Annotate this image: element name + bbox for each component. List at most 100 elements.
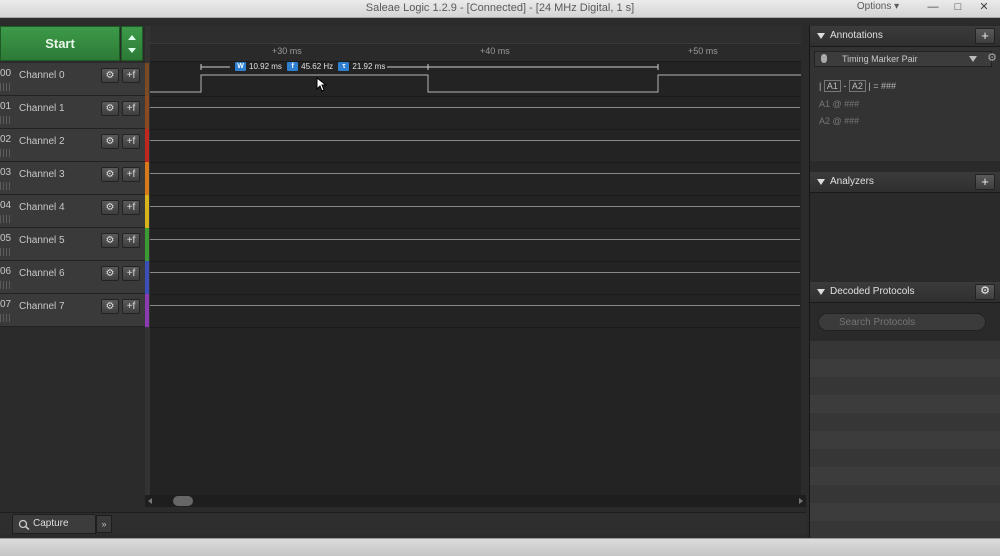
decoded-protocols-title: Decoded Protocols	[830, 286, 915, 297]
lane-divider	[150, 261, 800, 262]
options-menu-button[interactable]: Options ▾	[848, 1, 908, 16]
arrow-down-icon[interactable]	[128, 48, 136, 53]
channel-row-2[interactable]: 02 Channel 2 ⚙ +f	[0, 129, 145, 162]
channel-row-3[interactable]: 03 Channel 3 ⚙ +f	[0, 162, 145, 195]
channel-row-6[interactable]: 06 Channel 6 ⚙ +f	[0, 261, 145, 294]
channel-1-trace	[150, 107, 800, 108]
channel-name: Channel 7	[19, 301, 65, 312]
channel-number: 03	[0, 167, 12, 178]
lane-divider	[150, 129, 800, 130]
channel-number: 00	[0, 68, 12, 79]
decoded-protocols-list[interactable]	[810, 341, 1000, 538]
channel-settings-gear-icon[interactable]: ⚙	[101, 266, 119, 281]
channel-4-trace	[150, 206, 800, 207]
marker-a1-position: A1 @ ###	[819, 99, 860, 109]
channel-trigger-button[interactable]: +f	[122, 200, 140, 215]
restore-button[interactable]: □	[947, 0, 969, 16]
annotations-header[interactable]: Annotations +	[810, 26, 1000, 47]
channel-color-bar	[145, 129, 149, 162]
channel-settings-gear-icon[interactable]: ⚙	[101, 200, 119, 215]
channel-settings-gear-icon[interactable]: ⚙	[101, 101, 119, 116]
lane-divider	[150, 294, 800, 295]
drag-handle-icon[interactable]	[0, 314, 10, 322]
channel-number: 04	[0, 200, 12, 211]
lane-divider	[150, 195, 800, 196]
search-protocols-input[interactable]	[818, 313, 986, 331]
drag-handle-icon[interactable]	[0, 248, 10, 256]
channel-trigger-button[interactable]: +f	[122, 266, 140, 281]
marker-a2-chip[interactable]: A2	[848, 80, 866, 92]
tab-capture-label: Capture	[33, 518, 69, 529]
channel-settings-gear-icon[interactable]: ⚙	[101, 134, 119, 149]
close-button[interactable]: ✕	[973, 0, 995, 16]
channel-color-bar	[145, 228, 149, 261]
frequency-value: 45.62 Hz	[301, 62, 334, 71]
drag-handle-icon[interactable]	[0, 116, 10, 124]
channel-settings-gear-icon[interactable]: ⚙	[101, 233, 119, 248]
tab-capture[interactable]: Capture	[12, 514, 96, 534]
more-tabs-button[interactable]: »	[96, 515, 112, 533]
collapse-triangle-icon[interactable]	[817, 289, 825, 295]
channel-color-bar	[145, 195, 149, 228]
channel-row-1[interactable]: 01 Channel 1 ⚙ +f	[0, 96, 145, 129]
channel-trigger-button[interactable]: +f	[122, 233, 140, 248]
minimize-button[interactable]: —	[922, 0, 944, 16]
channel-settings-gear-icon[interactable]: ⚙	[101, 68, 119, 83]
channel-trigger-button[interactable]: +f	[122, 68, 140, 83]
channel-settings-gear-icon[interactable]: ⚙	[101, 167, 119, 182]
channel-row-4[interactable]: 04 Channel 4 ⚙ +f	[0, 195, 145, 228]
tick-label: +50 ms	[688, 46, 718, 56]
scrollbar-thumb[interactable]	[173, 496, 193, 506]
title-bar: Saleae Logic 1.2.9 - [Connected] - [24 M…	[0, 0, 1000, 18]
drag-handle-icon[interactable]	[0, 149, 10, 157]
add-analyzer-button[interactable]: +	[975, 174, 995, 190]
channel-trigger-button[interactable]: +f	[122, 134, 140, 149]
channel-name: Channel 0	[19, 70, 65, 81]
mouse-cursor-icon	[316, 77, 328, 92]
marker-settings-gear-icon[interactable]: ⚙	[987, 51, 997, 64]
arrow-up-icon[interactable]	[128, 35, 136, 40]
drag-handle-icon[interactable]	[0, 281, 10, 289]
start-options-spinner[interactable]	[121, 26, 143, 61]
channel-trigger-button[interactable]: +f	[122, 101, 140, 116]
start-button[interactable]: Start	[0, 26, 120, 61]
channel-row-0[interactable]: 00 Channel 0 ⚙ +f	[0, 63, 145, 96]
channel-7-trace	[150, 305, 800, 306]
add-annotation-button[interactable]: +	[975, 28, 995, 44]
channel-row-5[interactable]: 05 Channel 5 ⚙ +f	[0, 228, 145, 261]
channel-name: Channel 2	[19, 136, 65, 147]
annotations-body: Timing Marker Pair ⚙ | A1 - A2 | = ### A…	[810, 47, 1000, 161]
channel-color-bar	[145, 294, 149, 327]
status-bar	[0, 538, 1000, 556]
drag-handle-icon[interactable]	[0, 215, 10, 223]
marker-a1-chip[interactable]: A1	[823, 80, 841, 92]
channel-2-trace	[150, 140, 800, 141]
channel-trigger-button[interactable]: +f	[122, 299, 140, 314]
horizontal-scrollbar[interactable]	[145, 495, 806, 507]
lane-divider	[150, 96, 800, 97]
channel-5-trace	[150, 239, 800, 240]
timeline-ruler[interactable]: +30 ms +40 ms +50 ms	[150, 44, 801, 62]
marker-a2-position: A2 @ ###	[819, 116, 860, 126]
collapse-triangle-icon[interactable]	[817, 179, 825, 185]
scroll-left-arrow-icon[interactable]	[148, 498, 152, 504]
channel-name: Channel 3	[19, 169, 65, 180]
timeline-overview[interactable]	[150, 26, 801, 44]
drag-handle-icon[interactable]	[0, 182, 10, 190]
drag-handle-icon[interactable]	[0, 83, 10, 91]
analyzers-header[interactable]: Analyzers +	[810, 172, 1000, 193]
channel-row-7[interactable]: 07 Channel 7 ⚙ +f	[0, 294, 145, 327]
timing-marker-pair-selector[interactable]: Timing Marker Pair	[814, 51, 992, 67]
channel-settings-gear-icon[interactable]: ⚙	[101, 299, 119, 314]
channel-color-bar	[145, 96, 149, 129]
decoded-protocols-header[interactable]: Decoded Protocols ⚙	[810, 282, 1000, 303]
scroll-right-arrow-icon[interactable]	[799, 498, 803, 504]
channel-name: Channel 4	[19, 202, 65, 213]
collapse-triangle-icon[interactable]	[817, 33, 825, 39]
channel-name: Channel 6	[19, 268, 65, 279]
dropdown-arrow-icon[interactable]	[969, 56, 977, 62]
channel-name: Channel 1	[19, 103, 65, 114]
channel-trigger-button[interactable]: +f	[122, 167, 140, 182]
decoded-settings-gear-icon[interactable]: ⚙	[975, 284, 995, 300]
channel-color-bar	[145, 261, 149, 294]
